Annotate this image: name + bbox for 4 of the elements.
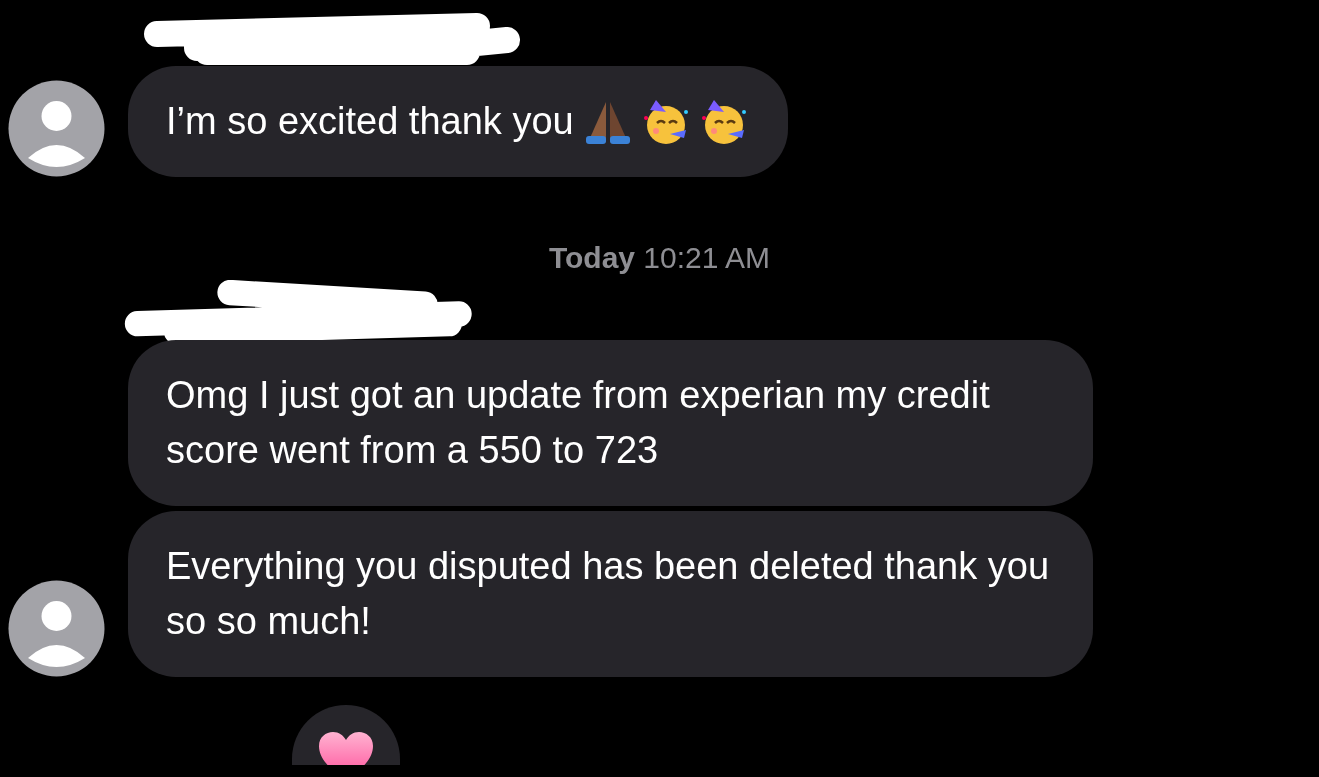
message-bubble: Omg I just got an update from experian my credit score went from a 550 to 723: [128, 340, 1093, 506]
timestamp: Today 10:21 AM: [547, 240, 772, 276]
message-bubble: I’m so excited thank you: [128, 66, 788, 177]
message-bubble: Everything you disputed has been deleted thank you so so much!: [128, 511, 1093, 677]
